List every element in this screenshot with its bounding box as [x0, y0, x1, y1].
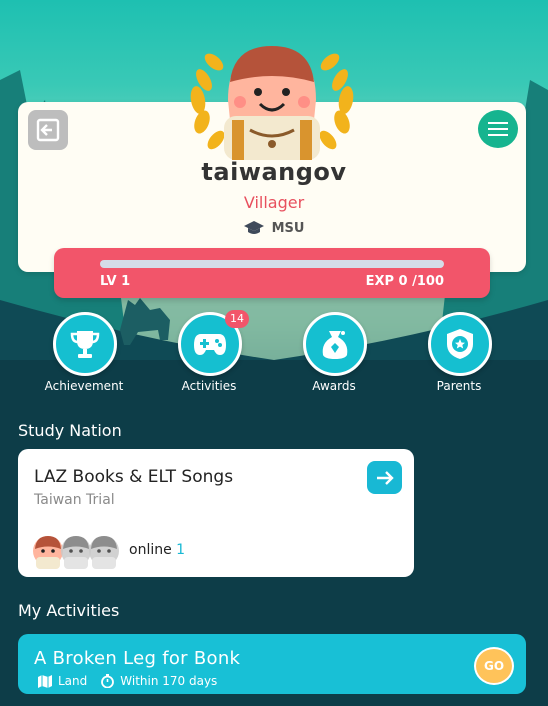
- activity-title: A Broken Leg for Bonk: [34, 648, 241, 669]
- level-label: LV 1: [100, 274, 131, 289]
- nation-card-title: LAZ Books & ELT Songs: [34, 467, 234, 487]
- stopwatch-icon: [101, 674, 115, 688]
- parents-button[interactable]: [428, 312, 492, 376]
- arrow-right-icon: [376, 470, 394, 485]
- member-avatar-icon: [89, 536, 119, 569]
- rank-title: Villager: [243, 193, 305, 212]
- online-label: online: [129, 542, 172, 558]
- enter-nation-button[interactable]: [367, 461, 402, 494]
- school-name: MSU: [271, 220, 305, 236]
- gamepad-icon: [194, 334, 226, 355]
- graduation-cap-icon: [243, 221, 264, 234]
- nav-label-activities: Activities: [181, 379, 237, 393]
- activity-type: Land: [58, 674, 88, 688]
- online-members-avatars: [32, 535, 122, 569]
- online-count: 1: [176, 542, 186, 558]
- trophy-icon: [70, 331, 100, 358]
- achievement-button[interactable]: [53, 312, 117, 376]
- member-avatar-icon: [61, 536, 91, 569]
- activity-card[interactable]: A Broken Leg for Bonk Land Within 170 da…: [18, 634, 526, 694]
- online-status: online 1: [129, 542, 185, 558]
- avatar[interactable]: [180, 40, 364, 160]
- logout-button[interactable]: [28, 110, 68, 150]
- exp-label: EXP 0 /100: [365, 274, 444, 289]
- my-activities-heading: My Activities: [18, 601, 120, 620]
- exp-progress-bar: [100, 260, 444, 268]
- study-nation-card[interactable]: LAZ Books & ELT Songs Taiwan Trial onlin…: [18, 449, 414, 577]
- username: taiwangov: [201, 158, 347, 186]
- hamburger-menu-icon: [488, 122, 508, 136]
- map-icon: [38, 674, 52, 688]
- member-avatar-icon: [33, 536, 63, 569]
- activity-meta: Land Within 170 days: [38, 674, 217, 688]
- nav-label-parents: Parents: [436, 379, 482, 393]
- activity-deadline: Within 170 days: [120, 674, 218, 688]
- study-nation-heading: Study Nation: [18, 421, 122, 440]
- level-progress-panel: LV 1 EXP 0 /100: [54, 248, 490, 298]
- go-button[interactable]: GO: [474, 647, 514, 685]
- logout-icon: [36, 118, 60, 142]
- activities-count-badge: 14: [225, 310, 249, 328]
- nation-card-subtitle: Taiwan Trial: [34, 492, 115, 508]
- menu-button[interactable]: [478, 110, 518, 148]
- shield-star-icon: [447, 329, 473, 359]
- gift-bag-icon: [322, 331, 348, 359]
- school-info: MSU: [0, 220, 548, 236]
- nav-label-awards: Awards: [312, 379, 356, 393]
- awards-button[interactable]: [303, 312, 367, 376]
- nav-label-achievement: Achievement: [44, 379, 124, 393]
